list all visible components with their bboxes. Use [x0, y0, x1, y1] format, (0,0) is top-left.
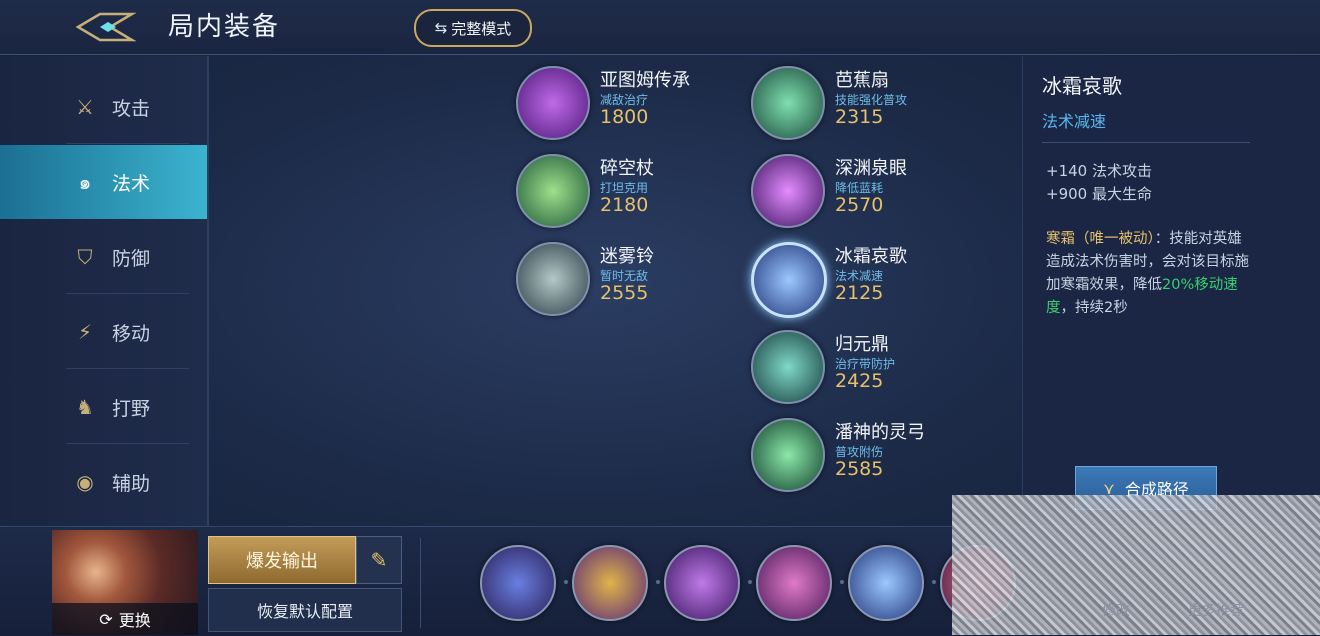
item-name: 深渊泉眼	[835, 158, 907, 179]
build-slot-item[interactable]	[572, 545, 648, 621]
divider	[420, 538, 421, 628]
boot-icon: ⚡	[77, 320, 93, 344]
item-icon	[751, 154, 825, 228]
item-name: 冰霜哀歌	[835, 246, 907, 267]
swap-hero-button[interactable]: ⟳ 更换	[52, 603, 198, 635]
obscured-region	[952, 495, 1320, 635]
detail-stat: +140 法术攻击	[1046, 162, 1152, 180]
sidebar-item-label: 辅助	[112, 472, 151, 495]
item-icon	[751, 66, 825, 140]
item-icon	[751, 330, 825, 404]
edit-build-button[interactable]: ✎	[356, 536, 402, 584]
item-card[interactable]: 潘神的灵弓 普攻附伤 2585	[751, 418, 981, 498]
sidebar-item-defense[interactable]: ⛉ 防御	[0, 220, 207, 294]
sidebar-item-jungle[interactable]: ♞ 打野	[0, 370, 207, 444]
detail-item-name: 冰霜哀歌	[1042, 74, 1122, 98]
detail-item-subtitle: 法术减速	[1042, 112, 1107, 131]
item-card[interactable]: 深渊泉眼 降低蓝耗 2570	[751, 154, 981, 234]
sidebar-item-label: 打野	[112, 397, 151, 420]
item-name: 碎空杖	[600, 158, 654, 179]
item-name: 潘神的灵弓	[835, 422, 925, 443]
item-card-selected[interactable]: 冰霜哀歌 法术减速 2125	[751, 242, 981, 322]
item-name: 迷雾铃	[600, 246, 654, 267]
slot-separator	[656, 580, 660, 584]
slot-separator	[564, 580, 568, 584]
item-price: 2315	[835, 106, 884, 128]
item-card[interactable]: 亚图姆传承 减敌治疗 1800	[516, 66, 746, 146]
sidebar-item-support[interactable]: ◉ 辅助	[0, 445, 207, 519]
item-card[interactable]: 碎空杖 打坦克用 2180	[516, 154, 746, 234]
sidebar-item-label: 防御	[112, 247, 151, 270]
eye-icon: ◉	[76, 470, 94, 494]
detail-passive: 寒霜（唯一被动）：技能对英雄造成法术伤害时，会对该目标施加寒霜效果，降低20%移…	[1046, 228, 1256, 320]
category-sidebar: ⚔ 攻击 ๑ 法术 ⛉ 防御 ⚡ 移动 ♞ 打野 ◉ 辅助	[0, 56, 209, 526]
build-slot-item[interactable]	[848, 545, 924, 621]
item-icon	[751, 242, 827, 318]
build-slot-item[interactable]	[756, 545, 832, 621]
full-mode-label: 完整模式	[451, 19, 512, 38]
item-price: 2125	[835, 282, 884, 304]
refresh-icon: ⟳	[99, 609, 113, 629]
item-icon	[516, 242, 590, 316]
item-price: 2555	[600, 282, 649, 304]
item-name: 归元鼎	[835, 334, 889, 355]
item-icon	[516, 66, 590, 140]
sidebar-item-movement[interactable]: ⚡ 移动	[0, 295, 207, 369]
sidebar-item-label: 移动	[112, 322, 151, 345]
reset-default-button[interactable]: 恢复默认配置	[208, 588, 402, 632]
full-mode-button[interactable]: ⇆ 完整模式	[414, 9, 532, 47]
sidebar-item-label: 攻击	[112, 97, 151, 120]
back-button[interactable]	[70, 8, 140, 46]
magic-swirl-icon: ๑	[78, 170, 92, 194]
build-slot-boots[interactable]	[480, 545, 556, 621]
sidebar-item-magic[interactable]: ๑ 法术	[0, 145, 207, 219]
item-card[interactable]: 芭蕉扇 技能强化普攻 2315	[751, 66, 981, 146]
passive-title: 寒霜（唯一被动）	[1046, 231, 1155, 247]
build-name-button[interactable]: 爆发输出	[208, 536, 356, 584]
item-name: 芭蕉扇	[835, 70, 889, 91]
item-price: 1800	[600, 106, 649, 128]
item-price: 2425	[835, 370, 884, 392]
obscured-label[interactable]: 更多推荐	[1188, 600, 1244, 620]
page-title: 局内装备	[168, 12, 281, 42]
sidebar-item-attack[interactable]: ⚔ 攻击	[0, 70, 207, 144]
item-price: 2585	[835, 458, 884, 480]
item-icon	[516, 154, 590, 228]
detail-divider	[1042, 142, 1250, 143]
item-card[interactable]: 归元鼎 治疗带防护 2425	[751, 330, 981, 410]
detail-stat: +900 最大生命	[1046, 185, 1152, 203]
swap-arrows-icon: ⇆	[434, 19, 448, 37]
item-price: 2570	[835, 194, 884, 216]
slot-separator	[748, 580, 752, 584]
sword-icon: ⚔	[76, 95, 94, 119]
build-slot-item[interactable]	[664, 545, 740, 621]
back-arrow-icon	[75, 12, 136, 42]
shield-icon: ⛉	[77, 245, 93, 269]
item-name: 亚图姆传承	[600, 70, 690, 91]
obscured-label[interactable]: 修改	[1102, 600, 1130, 620]
swap-label: 更换	[118, 611, 151, 630]
item-icon	[751, 418, 825, 492]
item-price: 2180	[600, 194, 649, 216]
item-card[interactable]: 迷雾铃 暂时无敌 2555	[516, 242, 746, 322]
slot-separator	[840, 580, 844, 584]
sidebar-item-label: 法术	[112, 172, 151, 195]
pencil-icon: ✎	[370, 548, 388, 572]
jungle-icon: ♞	[76, 395, 94, 419]
passive-tail: ，持续2秒	[1060, 300, 1128, 316]
slot-separator	[932, 580, 936, 584]
